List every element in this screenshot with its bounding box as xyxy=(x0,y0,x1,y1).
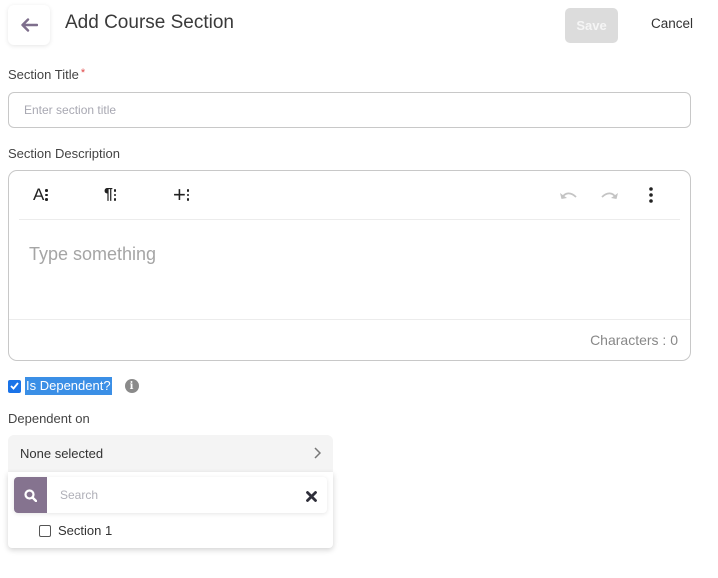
redo-icon xyxy=(601,192,618,199)
is-dependent-checkbox[interactable] xyxy=(8,379,21,393)
save-button[interactable]: Save xyxy=(565,8,618,43)
back-button[interactable] xyxy=(8,5,50,45)
undo-icon xyxy=(560,192,577,199)
arrow-left-icon xyxy=(21,18,38,32)
dependent-on-label: Dependent on xyxy=(8,411,90,426)
page-title: Add Course Section xyxy=(65,12,234,33)
dependent-on-dropdown: Section 1 xyxy=(8,472,333,548)
text-style-icon: A xyxy=(33,185,45,204)
close-icon xyxy=(306,491,317,502)
dropdown-dots-icon xyxy=(45,188,48,202)
rich-text-editor: A ¶ + Type something Characters: 0 xyxy=(8,170,691,361)
cancel-button[interactable]: Cancel xyxy=(651,16,693,31)
section-title-label-text: Section Title xyxy=(8,67,79,82)
dependent-on-select[interactable]: None selected xyxy=(8,435,333,472)
checkmark-icon xyxy=(10,382,19,390)
search-icon xyxy=(24,488,37,502)
plus-icon: + xyxy=(173,182,186,207)
editor-content-area[interactable]: Type something xyxy=(29,244,156,265)
text-style-button[interactable]: A xyxy=(33,183,48,207)
is-dependent-row: Is Dependent? i xyxy=(8,377,139,395)
is-dependent-label[interactable]: Is Dependent? xyxy=(25,377,112,395)
more-vertical-icon xyxy=(649,187,653,203)
option-checkbox[interactable] xyxy=(39,524,51,537)
editor-footer: Characters : 0 xyxy=(9,319,690,360)
dropdown-dots-icon xyxy=(113,188,117,202)
editor-toolbar: A ¶ + xyxy=(19,171,680,220)
paragraph-icon: ¶ xyxy=(104,186,113,203)
required-marker: * xyxy=(80,67,86,79)
dropdown-dots-icon xyxy=(186,188,190,202)
paragraph-style-button[interactable]: ¶ xyxy=(104,183,117,207)
section-description-label: Section Description xyxy=(8,146,120,161)
dropdown-search xyxy=(14,477,327,513)
clear-search-button[interactable] xyxy=(306,489,317,507)
more-options-button[interactable] xyxy=(649,183,653,207)
selected-value: None selected xyxy=(20,446,104,461)
dropdown-search-input[interactable] xyxy=(60,486,290,504)
chevron-right-icon xyxy=(314,447,321,459)
section-title-label: Section Title * xyxy=(8,67,85,82)
redo-button[interactable] xyxy=(600,183,620,207)
search-button[interactable] xyxy=(14,477,47,513)
undo-button[interactable] xyxy=(558,183,578,207)
insert-button[interactable]: + xyxy=(173,182,190,207)
info-icon[interactable]: i xyxy=(124,379,139,393)
section-title-input[interactable] xyxy=(8,92,691,128)
option-label: Section 1 xyxy=(58,523,113,538)
character-count: Characters : 0 xyxy=(590,332,678,348)
dropdown-option[interactable]: Section 1 xyxy=(39,523,112,538)
